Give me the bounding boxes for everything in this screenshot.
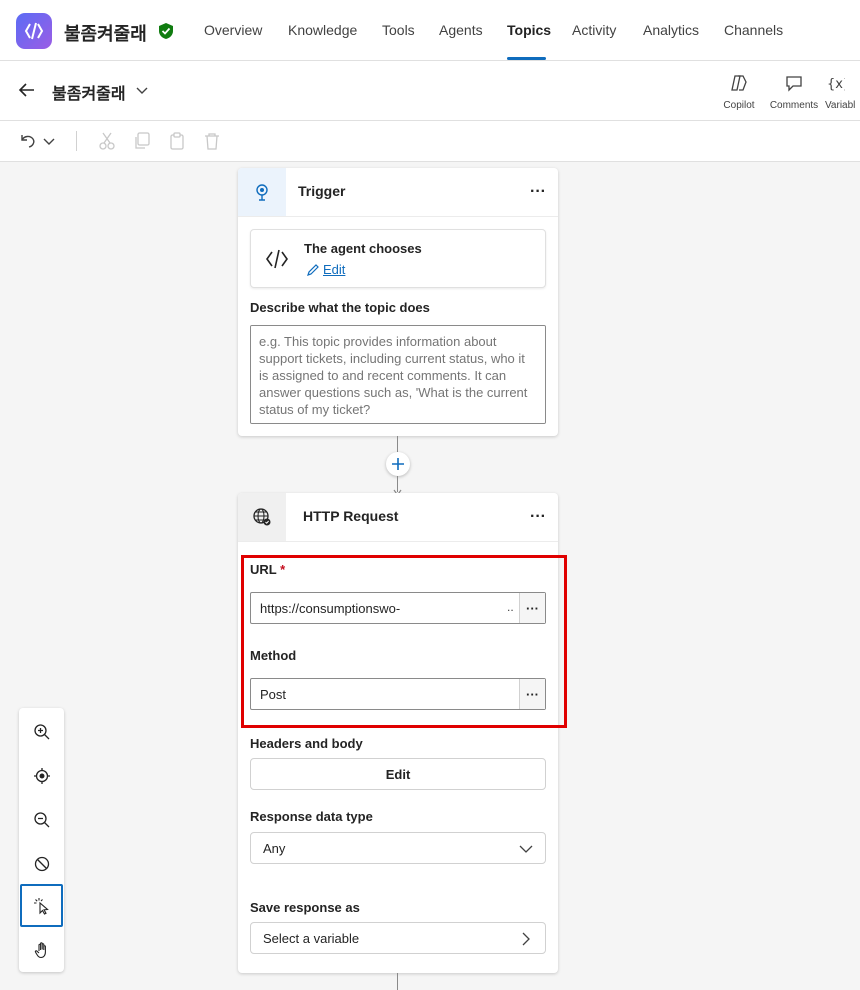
copy-icon[interactable] xyxy=(133,131,151,156)
http-more-button[interactable]: ··· xyxy=(526,505,550,529)
variable-icon: {x} xyxy=(827,77,851,92)
edit-link-label: Edit xyxy=(323,262,346,277)
back-arrow-icon[interactable] xyxy=(18,81,36,104)
url-input[interactable]: https://consumptionswo- .. ··· xyxy=(250,592,546,624)
variables-button[interactable]: {x} Variabl xyxy=(825,73,860,111)
minimap-toggle-button[interactable] xyxy=(20,842,63,885)
describe-label: Describe what the topic does xyxy=(250,300,430,315)
url-overflow: .. xyxy=(507,600,514,614)
shield-check-icon xyxy=(158,22,174,45)
add-node-button[interactable] xyxy=(386,452,410,476)
chevron-down-icon[interactable] xyxy=(135,83,149,102)
required-marker: * xyxy=(280,562,286,577)
http-title: HTTP Request xyxy=(303,508,399,524)
recenter-button[interactable] xyxy=(20,754,63,797)
url-more-button[interactable]: ··· xyxy=(519,593,545,623)
comments-button[interactable]: Comments xyxy=(769,73,819,111)
select-mode-button[interactable] xyxy=(20,884,63,927)
headers-edit-button[interactable]: Edit xyxy=(250,758,546,790)
http-request-node[interactable]: HTTP Request ··· URL * https://consumpti… xyxy=(238,493,558,973)
method-input[interactable]: Post ··· xyxy=(250,678,546,710)
divider xyxy=(238,541,558,542)
comments-label: Comments xyxy=(769,100,819,111)
tab-overview[interactable]: Overview xyxy=(204,22,262,38)
zoom-in-icon xyxy=(33,723,49,739)
tab-tools[interactable]: Tools xyxy=(382,22,415,38)
tab-activity[interactable]: Activity xyxy=(572,22,616,38)
response-type-label: Response data type xyxy=(250,809,373,824)
chevron-down-icon xyxy=(519,845,533,853)
agent-chooses-card: The agent chooses Edit xyxy=(250,229,546,288)
plus-icon xyxy=(392,458,404,470)
variables-label: Variabl xyxy=(825,100,856,111)
canvas-controls xyxy=(19,708,64,972)
top-nav: 불좀켜줄래 Overview Knowledge Tools Agents To… xyxy=(0,0,860,61)
cut-icon[interactable] xyxy=(98,131,116,156)
app-name: 불좀켜줄래 xyxy=(64,24,147,44)
undo-icon[interactable] xyxy=(18,131,38,156)
toolbar-divider xyxy=(76,131,77,151)
svg-text:{x}: {x} xyxy=(827,77,845,92)
trigger-node[interactable]: Trigger ··· The agent chooses Edit Descr… xyxy=(238,168,558,436)
globe-icon xyxy=(238,493,286,541)
pan-mode-button[interactable] xyxy=(20,928,63,971)
copilot-button[interactable]: Copilot xyxy=(714,73,764,111)
pencil-icon xyxy=(307,263,319,276)
cursor-select-icon xyxy=(33,897,49,915)
response-type-value: Any xyxy=(263,841,286,856)
url-value: https://consumptionswo- xyxy=(260,601,401,616)
chevron-right-icon xyxy=(522,932,530,946)
save-response-selector[interactable]: Select a variable xyxy=(250,922,546,954)
tab-analytics[interactable]: Analytics xyxy=(643,22,699,38)
trigger-title: Trigger xyxy=(298,183,346,199)
save-response-label: Save response as xyxy=(250,900,360,915)
trigger-more-button[interactable]: ··· xyxy=(526,180,550,204)
chevron-down-icon[interactable] xyxy=(42,131,56,156)
active-tab-indicator xyxy=(507,57,546,60)
connector-line xyxy=(397,436,398,452)
method-more-button[interactable]: ··· xyxy=(519,679,545,709)
response-type-dropdown[interactable]: Any xyxy=(250,832,546,864)
zoom-out-button[interactable] xyxy=(20,798,63,841)
save-response-value: Select a variable xyxy=(263,931,360,946)
edit-trigger-link[interactable]: Edit xyxy=(306,262,345,277)
method-label: Method xyxy=(250,648,297,663)
paste-icon[interactable] xyxy=(168,131,186,156)
zoom-out-icon xyxy=(33,811,49,827)
tab-agents[interactable]: Agents xyxy=(439,22,483,38)
method-value: Post xyxy=(260,687,287,702)
prohibited-icon xyxy=(34,856,49,871)
comment-icon xyxy=(786,76,802,92)
topic-title[interactable]: 불좀켜줄래 xyxy=(52,80,126,104)
delete-icon[interactable] xyxy=(203,131,221,156)
copilot-icon xyxy=(731,75,747,91)
zoom-in-button[interactable] xyxy=(20,710,63,753)
url-label: URL * xyxy=(250,562,286,577)
app-logo-icon[interactable] xyxy=(16,13,52,49)
tab-knowledge[interactable]: Knowledge xyxy=(288,22,357,38)
connector-line xyxy=(397,973,398,990)
tab-channels[interactable]: Channels xyxy=(724,22,783,38)
hand-icon xyxy=(34,941,46,958)
target-icon xyxy=(33,767,50,784)
topic-header: 불좀켜줄래 Copilot Comments {x} Variabl xyxy=(0,61,860,121)
tab-topics[interactable]: Topics xyxy=(507,22,551,38)
agent-logo-icon xyxy=(265,248,289,275)
edit-toolbar xyxy=(0,121,860,162)
headers-label: Headers and body xyxy=(250,736,363,751)
trigger-icon xyxy=(238,168,286,216)
agent-chooses-label: The agent chooses xyxy=(304,241,422,256)
topic-description-textarea[interactable] xyxy=(250,325,546,424)
copilot-label: Copilot xyxy=(723,100,755,111)
divider xyxy=(238,216,558,217)
